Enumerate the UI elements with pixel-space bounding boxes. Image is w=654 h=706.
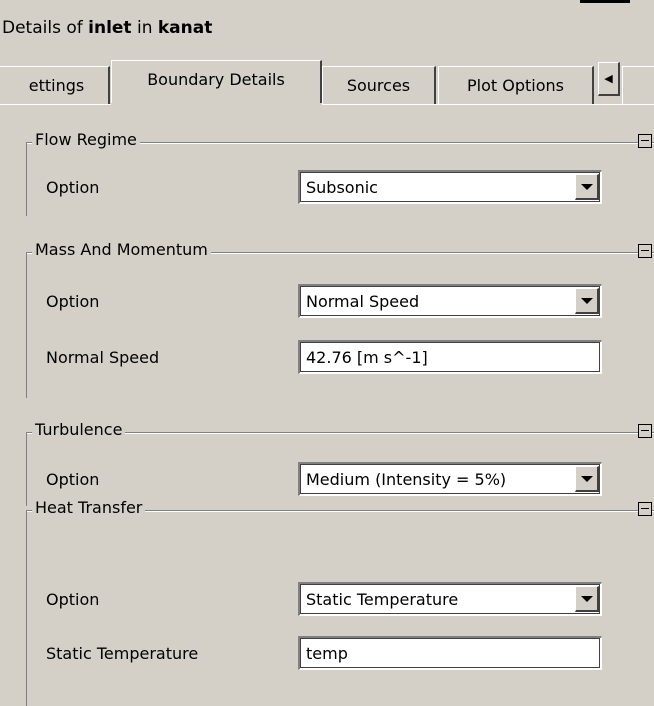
static-temperature-input[interactable]: temp [298,636,602,670]
panel-title: Details of inlet in kanat [2,18,212,38]
normal-speed-input[interactable]: 42.76 [m s^-1] [298,340,602,374]
tab-boundary-details-label: Boundary Details [147,70,285,89]
collapse-icon[interactable] [638,424,652,438]
title-mid: in [131,18,158,38]
normal-speed-value: 42.76 [m s^-1] [306,348,428,367]
static-temperature-label: Static Temperature [46,644,199,663]
chevron-down-icon[interactable] [575,288,599,314]
selected-value: Medium (Intensity = 5%) [306,470,507,489]
chevron-down-icon[interactable] [575,174,599,200]
mass-momentum-title: Mass And Momentum [32,240,211,259]
flow-regime-option-select[interactable]: Subsonic [298,170,602,204]
tab-plot-options[interactable]: Plot Options [438,66,594,104]
heat-transfer-option-row: Option Static Temperature [46,582,646,616]
selected-value: Static Temperature [306,590,459,609]
mass-momentum-section: Mass And Momentum Option Normal Speed No… [16,238,654,398]
selected-value: Normal Speed [306,292,420,311]
tab-sources-label: Sources [346,76,411,95]
flow-regime-section: Flow Regime Option Subsonic [16,128,654,216]
title-object: inlet [88,18,132,38]
flow-regime-title: Flow Regime [32,130,140,149]
option-label: Option [46,470,100,489]
turbulence-title: Turbulence [32,420,126,439]
selected-value: Subsonic [306,178,378,197]
tab-baseline [0,104,654,105]
active-tab-gap [111,103,322,106]
heat-transfer-title: Heat Transfer [32,498,146,517]
mass-momentum-option-row: Option Normal Speed [46,284,646,318]
chevron-down-icon[interactable] [575,586,599,612]
option-label: Option [46,178,100,197]
collapse-icon[interactable] [638,134,652,148]
normal-speed-label: Normal Speed [46,348,160,367]
tab-settings[interactable]: ettings [0,66,110,104]
turbulence-option-select[interactable]: Medium (Intensity = 5%) [298,462,602,496]
mass-momentum-option-select[interactable]: Normal Speed [298,284,602,318]
tab-bar: ettings Boundary Details Sources Plot Op… [0,58,654,106]
title-domain: kanat [157,18,213,38]
static-temperature-value: temp [306,644,348,663]
chevron-down-icon[interactable] [575,466,599,492]
collapse-icon[interactable] [638,244,652,258]
scroll-left-icon[interactable]: ◀ [598,62,620,96]
static-temperature-row: Static Temperature temp [46,636,646,670]
tab-overflow[interactable] [622,66,654,104]
turbulence-section: Turbulence Option Medium (Intensity = 5%… [16,418,654,506]
section-border [26,252,654,398]
boundary-details-panel: Flow Regime Option Subsonic Mass And Mom… [0,106,654,706]
heat-transfer-section: Heat Transfer Option Static Temperature … [16,496,654,706]
option-label: Option [46,292,100,311]
tab-boundary-details[interactable]: Boundary Details [111,60,322,106]
tab-sources[interactable]: Sources [322,66,436,104]
tab-settings-label: ettings [28,76,85,95]
collapse-icon[interactable] [638,502,652,516]
flow-regime-option-row: Option Subsonic [46,170,646,204]
title-prefix: Details of [2,18,89,38]
heat-transfer-option-select[interactable]: Static Temperature [298,582,602,616]
option-label: Option [46,590,100,609]
normal-speed-row: Normal Speed 42.76 [m s^-1] [46,340,646,374]
window-edge [580,0,630,3]
tab-plot-options-label: Plot Options [467,76,564,95]
turbulence-option-row: Option Medium (Intensity = 5%) [46,462,646,496]
